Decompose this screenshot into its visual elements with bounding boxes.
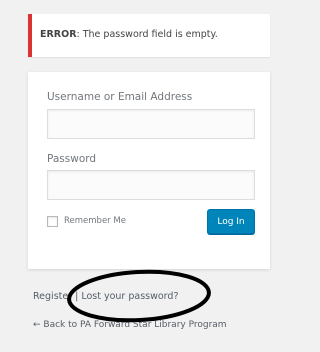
login-nav: Register | Lost your password? [33, 291, 179, 302]
nav-separator: | [75, 291, 79, 302]
back-to-site-link[interactable]: ← Back to PA Forward Star Library Progra… [33, 320, 227, 330]
back-to-site: ← Back to PA Forward Star Library Progra… [33, 320, 227, 330]
error-message: ERROR: The password field is empty. [40, 29, 218, 40]
register-link[interactable]: Register [33, 291, 72, 302]
error-text: : The password field is empty. [76, 29, 218, 40]
error-label: ERROR [40, 29, 77, 40]
remember-me-label: Remember Me [64, 216, 126, 226]
password-label: Password [47, 153, 97, 165]
lost-password-link[interactable]: Lost your password? [81, 291, 178, 302]
login-form: Username or Email Address Password Remem… [28, 72, 270, 269]
username-input[interactable] [47, 109, 255, 139]
username-label: Username or Email Address [47, 91, 193, 103]
password-input[interactable] [47, 170, 255, 200]
remember-me[interactable]: Remember Me [47, 214, 126, 228]
login-button[interactable]: Log In [207, 209, 255, 234]
login-error-notice: ERROR: The password field is empty. [28, 14, 270, 57]
remember-me-checkbox[interactable] [47, 215, 58, 227]
